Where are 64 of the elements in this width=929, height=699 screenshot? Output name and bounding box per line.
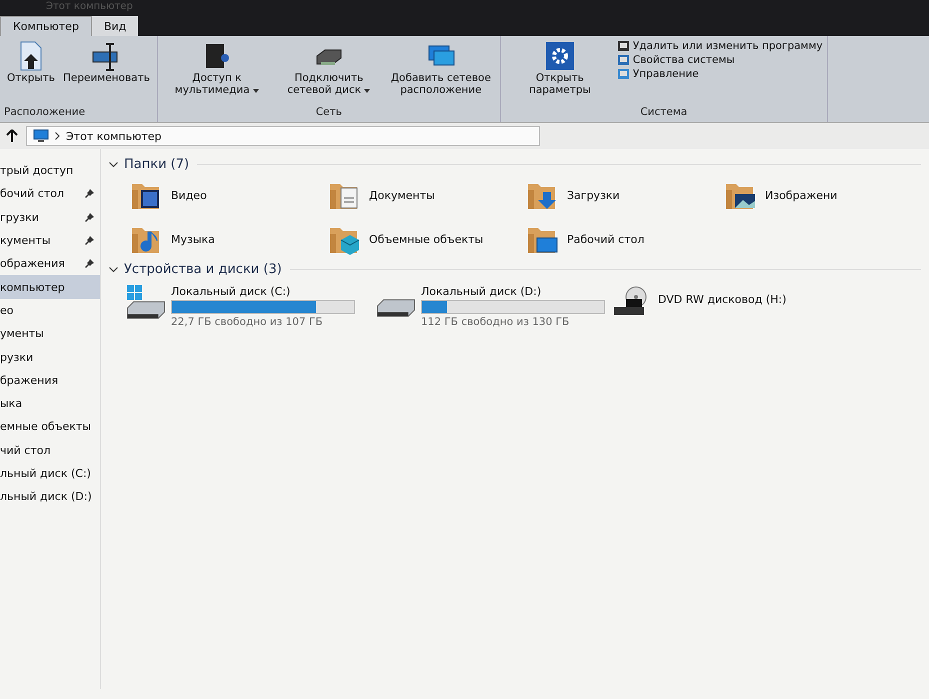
free-space-text: 112 ГБ свободно из 130 ГБ	[421, 316, 570, 328]
nav-item[interactable]: бочий стол	[0, 182, 100, 206]
nav-item[interactable]: ео	[0, 298, 100, 322]
pin-icon	[85, 236, 94, 246]
group-label: Расположение	[4, 106, 86, 120]
nav-item[interactable]: компьютер	[0, 275, 100, 299]
folder-item[interactable]: Видео	[129, 178, 327, 212]
nav-item[interactable]: ументы	[0, 322, 100, 346]
chevron-icon	[109, 266, 118, 272]
folder-item[interactable]: Объемные объекты	[327, 222, 525, 256]
folder-item[interactable]: Изображени	[723, 178, 921, 212]
section-header[interactable]: Устройства и диски (3)	[109, 260, 282, 279]
drive-label: Локальный диск (C:)	[171, 285, 292, 298]
drive-item[interactable]: Локальный диск (D:) 112 ГБ свободно из 130 ГБ	[377, 285, 612, 328]
nav-item[interactable]: ображения	[0, 252, 100, 276]
app-icon	[616, 54, 630, 66]
folder-item[interactable]: Загрузки	[525, 178, 723, 212]
ribbon-button[interactable]: Управление	[616, 68, 823, 80]
nav-item[interactable]: рузки	[0, 345, 100, 369]
settings-icon	[544, 40, 576, 72]
monitor-icon	[33, 129, 49, 143]
nav-item[interactable]: ыка	[0, 392, 100, 416]
window-title: Этот компьютер	[0, 0, 929, 14]
windows-logo-icon	[127, 285, 143, 301]
ribbon-tab[interactable]: Компьютер	[0, 16, 92, 36]
hard-drive-icon	[377, 299, 415, 317]
up-arrow-icon[interactable]	[6, 129, 18, 143]
drive-label: Локальный диск (D:)	[421, 285, 542, 298]
nav-item[interactable]: емные объекты	[0, 415, 100, 439]
ribbon-button[interactable]: Добавить сетевое расположение	[386, 38, 496, 106]
nav-item[interactable]: кументы	[0, 228, 100, 252]
pin-icon	[85, 259, 94, 268]
nav-item[interactable]: чий стол	[0, 438, 100, 462]
nav-item[interactable]: трый доступ	[0, 159, 100, 182]
app-icon	[616, 40, 630, 52]
drive-item[interactable]: Локальный диск (C:) 22,7 ГБ свободно из 107 ГБ	[127, 285, 377, 328]
nav-item[interactable]: грузки	[0, 206, 100, 229]
section-header[interactable]: Папки (7)	[109, 155, 190, 174]
nav-item[interactable]: льный диск (C:)	[0, 462, 100, 486]
folder-item[interactable]: Музыка	[129, 222, 327, 256]
free-space-text: 22,7 ГБ свободно из 107 ГБ	[171, 316, 324, 328]
group-label: Сеть	[314, 106, 343, 120]
folder-item[interactable]: Документы	[327, 178, 525, 212]
app-icon	[616, 68, 630, 80]
pin-icon	[85, 189, 94, 198]
hard-drive-icon	[127, 301, 165, 319]
nav-item[interactable]: бражения	[0, 368, 100, 392]
ribbon-button[interactable]: Доступ к мультимедиа	[162, 38, 272, 106]
drive-item[interactable]: DVD RW дисковод (H:)	[612, 285, 921, 328]
folder-item[interactable]: Рабочий стол	[525, 222, 723, 256]
group-label: Система	[639, 106, 688, 120]
nav-item[interactable]: льный диск (D:)	[0, 485, 100, 508]
ribbon-button[interactable]: Подключить сетевой диск	[274, 38, 384, 106]
ribbon-button[interactable]: Свойства системы	[616, 54, 823, 66]
address-field[interactable]: Этот компьютер	[26, 126, 540, 146]
chevron-icon	[109, 162, 118, 168]
ribbon-button[interactable]: Удалить или изменить программу	[616, 40, 823, 52]
ribbon-button[interactable]: Открыть	[4, 38, 58, 106]
drive-label: DVD RW дисковод (H:)	[658, 292, 786, 306]
chevron-icon	[55, 132, 60, 140]
ribbon-button[interactable]: Открыть параметры	[504, 38, 615, 106]
pin-icon	[85, 212, 94, 222]
ribbon-button[interactable]: Переименовать	[60, 38, 153, 106]
ribbon-tab[interactable]: Вид	[92, 16, 138, 36]
